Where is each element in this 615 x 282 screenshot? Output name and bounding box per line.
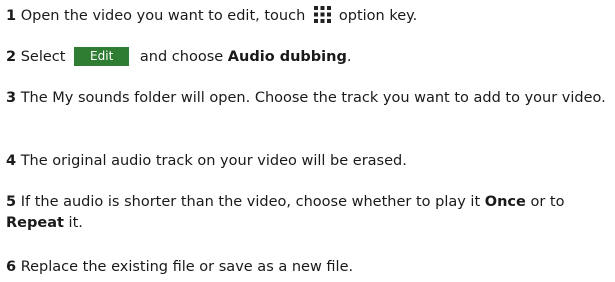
step-text-tail: .	[346, 49, 352, 65]
step-3: 3 The My sounds folder will open. Choose…	[6, 88, 614, 109]
edit-button: Edit	[74, 47, 130, 66]
once-label: Once	[484, 194, 526, 210]
step-6: 6 Replace the existing file or save as a…	[6, 257, 353, 278]
step-number: 1	[6, 8, 17, 24]
step-text: The original audio track on your video w…	[20, 153, 407, 169]
step-text-mid: and choose	[139, 49, 224, 65]
step-text-tail: it.	[68, 215, 83, 231]
step-text: Replace the existing file or save as a n…	[20, 259, 354, 275]
step-text: The My sounds folder will open. Choose t…	[20, 90, 606, 106]
step-2: 2 Select Edit and choose Audio dubbing.	[6, 47, 351, 68]
audio-dubbing-label: Audio dubbing	[227, 49, 347, 65]
step-number: 3	[6, 90, 17, 106]
step-text: If the audio is shorter than the video, …	[20, 194, 481, 210]
step-4: 4 The original audio track on your video…	[6, 151, 407, 172]
step-text-mid: or to	[530, 194, 565, 210]
step-number: 6	[6, 259, 17, 275]
step-number: 2	[6, 49, 17, 65]
step-text-tail: option key.	[338, 8, 418, 24]
menu-grid-icon	[313, 6, 331, 23]
instruction-list: 1 Open the video you want to edit, touch…	[0, 0, 615, 282]
step-number: 5	[6, 194, 17, 210]
step-text: Open the video you want to edit, touch	[20, 8, 306, 24]
step-1: 1 Open the video you want to edit, touch…	[6, 6, 417, 27]
step-text: Select	[20, 49, 66, 65]
step-5: 5 If the audio is shorter than the video…	[6, 192, 614, 234]
step-number: 4	[6, 153, 17, 169]
repeat-label: Repeat	[6, 215, 64, 231]
